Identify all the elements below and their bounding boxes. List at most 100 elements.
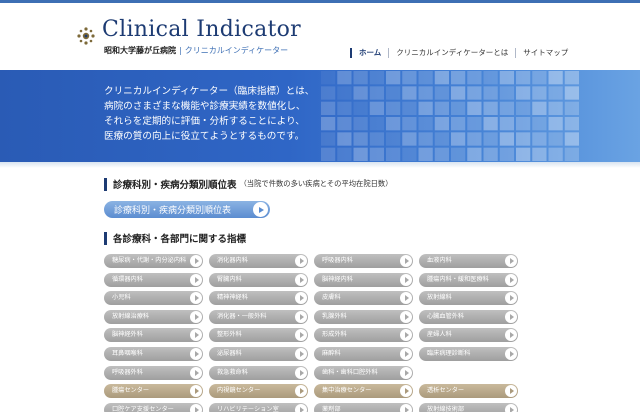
department-button[interactable]: 腫瘍センター xyxy=(104,384,203,399)
hero-grid-cell xyxy=(467,132,482,146)
department-button[interactable]: 放射線治療科 xyxy=(104,309,203,324)
department-button[interactable]: 歯科・歯科口腔外科 xyxy=(314,365,413,380)
hero-grid-cell xyxy=(564,147,579,161)
department-button[interactable]: 形成外科 xyxy=(314,328,413,343)
department-button[interactable]: 口腔ケア支援センター xyxy=(104,402,203,412)
department-button[interactable]: 心臓血管外科 xyxy=(419,309,518,324)
hero-grid-cell xyxy=(434,147,449,161)
nav-about[interactable]: クリニカルインディケーターとは xyxy=(388,48,515,58)
hero-grid-cell xyxy=(386,117,401,131)
hero-grid-cell xyxy=(337,147,352,161)
department-button[interactable]: 整形外科 xyxy=(209,328,308,343)
arrow-right-icon xyxy=(400,403,412,412)
page: Clinical Indicator 昭和大学藤が丘病院 | クリニカルインディケー… xyxy=(0,0,640,412)
hero-grid-cell xyxy=(353,132,368,146)
department-button[interactable]: 小児科 xyxy=(104,291,203,306)
hero-grid-cell xyxy=(337,101,352,115)
department-button-label: 歯科・歯科口腔外科 xyxy=(322,368,378,376)
arrow-right-icon xyxy=(400,366,412,379)
department-button[interactable]: 麻酔科 xyxy=(314,346,413,361)
department-button-label: 呼吸器内科 xyxy=(322,257,353,264)
hero-grid-cell xyxy=(467,71,482,85)
department-button[interactable]: 血液内科 xyxy=(419,254,518,268)
department-button[interactable]: 皮膚科 xyxy=(314,291,413,306)
department-button[interactable]: 消化器内科 xyxy=(209,254,308,268)
arrow-right-icon xyxy=(295,403,307,412)
department-button[interactable]: 放射線科 xyxy=(419,291,518,306)
arrow-right-icon xyxy=(190,273,202,286)
department-button-label: 放射線技術部 xyxy=(427,405,465,412)
department-button[interactable]: 腎臓内科 xyxy=(209,272,308,287)
hero-grid-cell xyxy=(369,147,384,161)
department-button[interactable]: 呼吸器外科 xyxy=(104,365,203,380)
hero-grid-cell xyxy=(321,147,336,161)
department-button[interactable]: 糖尿病・代謝・内分泌内科 xyxy=(104,254,203,268)
department-button[interactable]: 泌尿器科 xyxy=(209,346,308,361)
hero-grid-cell xyxy=(402,86,417,100)
department-button[interactable]: 薬剤部 xyxy=(314,402,413,412)
nav-sitemap[interactable]: サイトマップ xyxy=(515,48,575,58)
department-button[interactable]: 救急救命科 xyxy=(209,365,308,380)
arrow-right-icon xyxy=(190,347,202,360)
hero-description: クリニカルインディケーター（臨床指標）とは、 病院のさまざまな機能や診療実績を数… xyxy=(104,84,314,144)
hero-grid-cell xyxy=(532,71,547,85)
arrow-right-icon xyxy=(400,310,412,323)
department-button[interactable]: 消化器・一般外科 xyxy=(209,309,308,324)
department-button[interactable]: 循環器内科 xyxy=(104,272,203,287)
department-button[interactable]: 産婦人科 xyxy=(419,328,518,343)
hero-grid-cell xyxy=(451,117,466,131)
department-button-label: 乳腺外科 xyxy=(322,312,347,320)
arrow-right-icon xyxy=(505,255,517,267)
department-button[interactable]: 乳腺外科 xyxy=(314,309,413,324)
site-title[interactable]: Clinical Indicator xyxy=(102,17,301,42)
arrow-right-icon xyxy=(190,255,202,267)
department-button-label: 内視鏡センター xyxy=(217,387,261,395)
hero-grid-cell xyxy=(516,101,531,115)
department-button[interactable]: 集中治療センター xyxy=(314,384,413,399)
hero-grid-cell xyxy=(337,86,352,100)
hero-grid-cell xyxy=(321,101,336,115)
department-button-label: 形成外科 xyxy=(322,331,347,339)
hospital-name: 昭和大学藤が丘病院 xyxy=(104,46,176,55)
hero-grid-cell xyxy=(434,117,449,131)
department-button[interactable]: 耳鼻咽喉科 xyxy=(104,346,203,361)
department-button-label: 糖尿病・代謝・内分泌内科 xyxy=(112,257,187,264)
arrow-right-icon xyxy=(295,347,307,360)
hero-grid-cell xyxy=(532,117,547,131)
department-button-label: 臨床病理診断科 xyxy=(427,349,471,357)
hero-grid-cell xyxy=(369,117,384,131)
department-button[interactable]: 臨床病理診断科 xyxy=(419,346,518,361)
department-button[interactable]: 精神神経科 xyxy=(209,291,308,306)
department-button[interactable]: 脳神経内科 xyxy=(314,272,413,287)
hero-grid-cell xyxy=(532,101,547,115)
department-button[interactable]: 放射線技術部 xyxy=(419,402,518,412)
hospital-emblem-icon xyxy=(77,27,95,45)
department-button[interactable]: 呼吸器内科 xyxy=(314,254,413,268)
hero-grid-cell xyxy=(516,117,531,131)
department-button[interactable]: 透析センター xyxy=(419,384,518,399)
department-button-label: 脳神経外科 xyxy=(112,331,143,339)
hero-grid-cell xyxy=(499,147,514,161)
arrow-right-icon xyxy=(190,366,202,379)
department-button-label: 呼吸器外科 xyxy=(112,368,143,376)
department-button[interactable]: リハビリテーション室 xyxy=(209,402,308,412)
department-button[interactable]: 脳神経外科 xyxy=(104,328,203,343)
hero-grid-cell xyxy=(386,71,401,85)
hero-grid-cell xyxy=(532,132,547,146)
section-indicators-title: 各診療科・各部門に関する指標 xyxy=(113,234,247,245)
hero-grid-cell xyxy=(451,71,466,85)
hero-grid-cell xyxy=(483,101,498,115)
arrow-right-icon xyxy=(295,385,307,398)
arrow-right-icon xyxy=(400,347,412,360)
ranking-table-button[interactable]: 診療科別・疾病分類別順位表 xyxy=(104,201,270,218)
nav-home[interactable]: ホーム xyxy=(350,48,388,58)
department-grid: 糖尿病・代謝・内分泌内科 消化器内科 呼吸器内科 血液内科循環器内科 腎臓内科 脳神経内科… xyxy=(104,254,520,412)
hero-grid-cell xyxy=(369,86,384,100)
department-button[interactable]: 内視鏡センター xyxy=(209,384,308,399)
hero-grid-cell xyxy=(467,86,482,100)
hero-grid-cell xyxy=(434,101,449,115)
department-button[interactable]: 腫瘍内科・緩和医療科 xyxy=(419,272,518,287)
hero-grid-cell xyxy=(532,86,547,100)
hero-grid-cell xyxy=(499,132,514,146)
arrow-right-icon xyxy=(505,310,517,323)
